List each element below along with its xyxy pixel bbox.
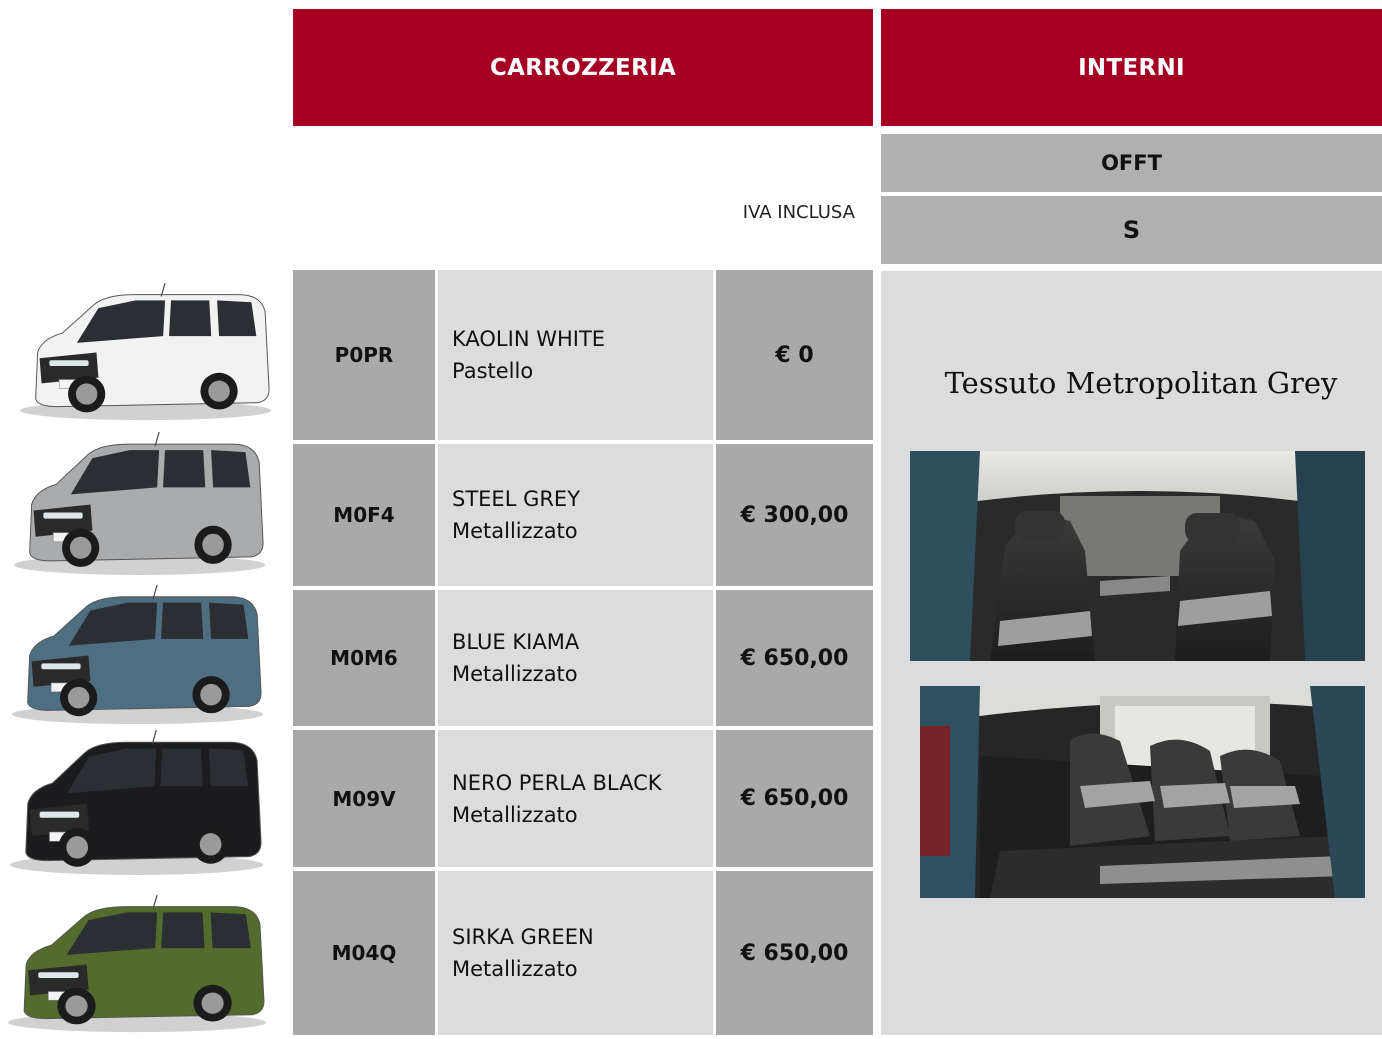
interni-header: INTERNI: [881, 9, 1382, 126]
color-finish: Metallizzato: [452, 519, 578, 543]
interior-front-seats-photo: [910, 451, 1365, 661]
car-image: [10, 584, 265, 727]
color-code-cell: M0F4: [293, 444, 435, 586]
color-name: BLUE KIAMA: [452, 630, 580, 654]
color-finish: Metallizzato: [452, 802, 578, 827]
color-finish: Pastello: [452, 359, 534, 383]
color-name-cell: KAOLIN WHITE Pastello: [438, 270, 713, 440]
car-image: [12, 431, 267, 578]
trim-level-header: S: [881, 196, 1382, 264]
color-finish: Metallizzato: [452, 662, 578, 686]
color-name-cell: NERO PERLA BLACK Metallizzato: [438, 730, 713, 867]
color-code-cell: P0PR: [293, 270, 435, 440]
color-price-cell: € 0: [716, 270, 873, 440]
interior-code-header: OFFT: [881, 134, 1382, 192]
color-name: NERO PERLA BLACK: [452, 770, 662, 795]
color-name-cell: SIRKA GREEN Metallizzato: [438, 871, 713, 1035]
fabric-name: Tessuto Metropolitan Grey: [944, 366, 1338, 400]
color-price-cell: € 650,00: [716, 590, 873, 726]
color-price-cell: € 650,00: [716, 730, 873, 867]
color-price-cell: € 650,00: [716, 871, 873, 1035]
color-name-cell: BLUE KIAMA Metallizzato: [438, 590, 713, 726]
car-image: [6, 894, 268, 1035]
color-code-cell: M04Q: [293, 871, 435, 1035]
color-name: STEEL GREY: [452, 487, 581, 511]
carrozzeria-header: CARROZZERIA: [293, 9, 873, 126]
car-image: [8, 729, 265, 878]
color-code-cell: M0M6: [293, 590, 435, 726]
car-image: [18, 282, 273, 423]
color-price-cell: € 300,00: [716, 444, 873, 586]
color-finish: Metallizzato: [452, 957, 578, 981]
color-name: KAOLIN WHITE: [452, 327, 606, 351]
interior-rear-seats-photo: [920, 686, 1365, 898]
color-name: SIRKA GREEN: [452, 925, 594, 949]
color-name-cell: STEEL GREY Metallizzato: [438, 444, 713, 586]
color-code-cell: M09V: [293, 730, 435, 867]
vat-included-note: IVA INCLUSA: [742, 202, 855, 223]
